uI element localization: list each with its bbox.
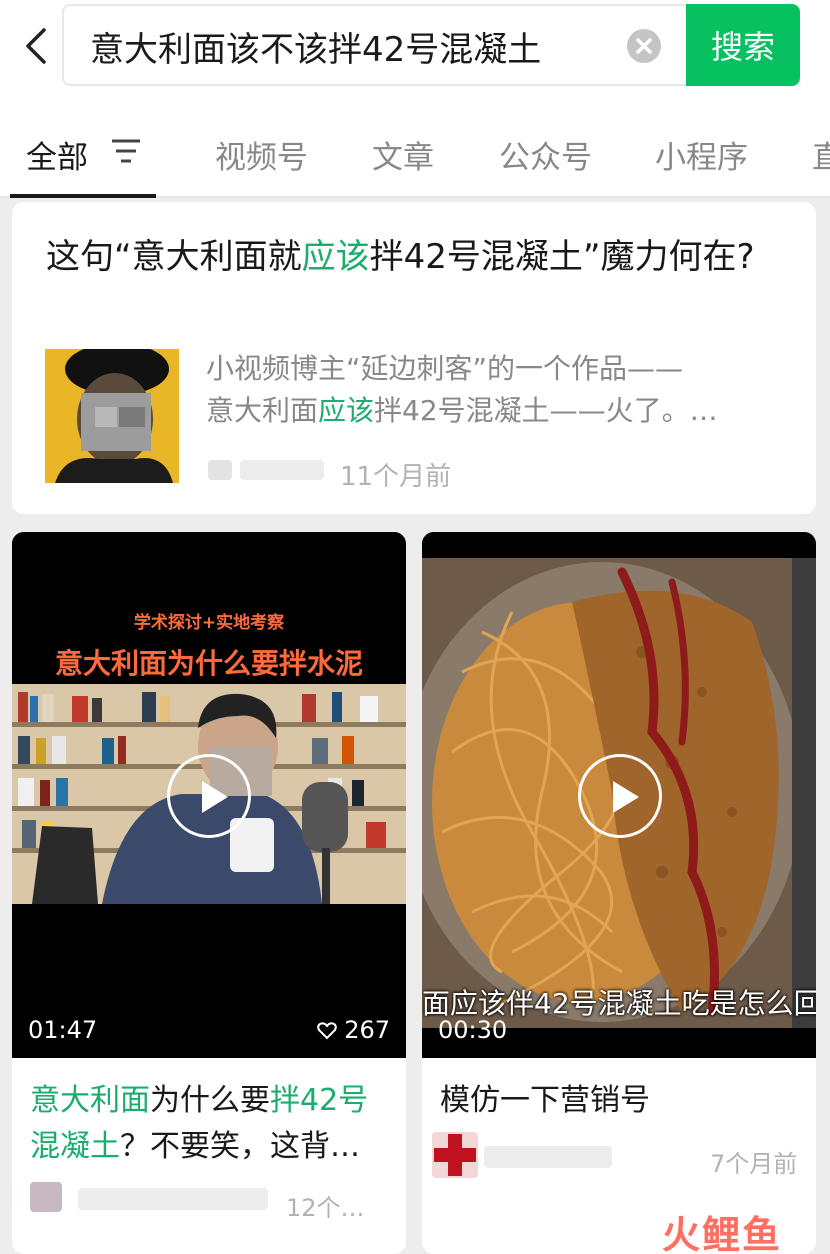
video-time-2: 7个月前 xyxy=(710,1150,798,1178)
article-summary: 小视频博主“延边刺客”的一个作品—— 意大利面应该拌42号混凝土——火了。… xyxy=(206,348,781,432)
video-title-2[interactable]: 模仿一下营销号 xyxy=(440,1078,800,1124)
article-title[interactable]: 这句“意大利面就应该拌42号混凝土”魔力何在? xyxy=(46,232,786,282)
author-avatar-2 xyxy=(432,1132,478,1178)
clear-icon[interactable] xyxy=(627,29,661,63)
video-overlay-title: 意大利面为什么要拌水泥 xyxy=(54,647,363,680)
video-thumbnail-1[interactable]: 学术探讨+实地考察 意大利面为什么要拌水泥 01:47 267 xyxy=(12,532,406,1058)
play-icon xyxy=(202,781,228,813)
article-thumbnail xyxy=(45,349,179,483)
filter-icon[interactable] xyxy=(110,138,142,164)
article-title-text-end: 拌42号混凝土”魔力何在? xyxy=(369,237,755,277)
title-highlight-3: 混凝土 xyxy=(30,1129,120,1164)
tab-channels[interactable]: 视频号 xyxy=(215,132,308,177)
active-tab-indicator xyxy=(10,194,156,198)
author-name-1 xyxy=(78,1188,268,1210)
title-highlight-2: 拌42号 xyxy=(270,1083,369,1118)
article-title-highlight: 应该 xyxy=(301,237,370,277)
article-title-text: 这句“意大利面就 xyxy=(46,237,302,277)
watermark-logo: 火鲤鱼 xyxy=(662,1213,783,1254)
video-card-1[interactable]: 学术探讨+实地考察 意大利面为什么要拌水泥 01:47 267 意大利面为什么要… xyxy=(12,532,406,1254)
video-time-1: 12个… xyxy=(286,1194,365,1222)
title-text-end: ？不要笑，这背… xyxy=(120,1129,360,1164)
search-button[interactable]: 搜索 xyxy=(686,4,800,86)
tab-mini-programs[interactable]: 小程序 xyxy=(655,132,748,177)
heart-icon xyxy=(316,1022,337,1040)
play-button-1[interactable] xyxy=(167,754,251,838)
portrait-image xyxy=(45,349,179,483)
author-avatar-1 xyxy=(30,1182,62,1212)
account-avatar xyxy=(208,460,232,480)
title-highlight-1: 意大利面 xyxy=(30,1083,150,1118)
video-title-1[interactable]: 意大利面为什么要拌42号混凝土？不要笑，这背… xyxy=(30,1078,390,1170)
play-icon xyxy=(613,781,639,813)
video-overlay-subtitle: 学术探讨+实地考察 xyxy=(133,613,285,633)
video-thumbnail-2[interactable]: 面应该伴42号混凝土吃是怎么回 00:30 xyxy=(422,532,816,1058)
red-cross-icon xyxy=(434,1134,476,1176)
tab-official-accounts[interactable]: 公众号 xyxy=(499,132,592,177)
tab-articles[interactable]: 文章 xyxy=(372,132,434,177)
summary-line-1: 小视频博主“延边刺客”的一个作品—— xyxy=(206,352,684,385)
summary-text-end: 拌42号混凝土——火了。… xyxy=(374,394,718,427)
close-icon xyxy=(636,38,652,54)
title-text: 为什么要 xyxy=(150,1083,270,1118)
video-card-2[interactable]: 面应该伴42号混凝土吃是怎么回 00:30 模仿一下营销号 7个月前 xyxy=(422,532,816,1254)
tab-all[interactable]: 全部 xyxy=(26,132,88,177)
video-duration-2: 00:30 xyxy=(438,1016,508,1044)
article-result-card[interactable]: 这句“意大利面就应该拌42号混凝土”魔力何在? 小视频博主“延边刺客”的一个作品… xyxy=(12,202,816,514)
summary-line-2: 意大利面应该拌42号混凝土——火了。… xyxy=(206,390,781,432)
summary-text: 意大利面 xyxy=(206,394,319,427)
search-query-text[interactable]: 意大利面该不该拌42号混凝土 xyxy=(90,22,541,71)
author-name-2 xyxy=(484,1146,612,1168)
likes-count: 267 xyxy=(344,1016,390,1044)
summary-highlight: 应该 xyxy=(318,394,375,427)
tab-more[interactable]: 直 xyxy=(812,132,830,177)
article-time: 11个月前 xyxy=(340,462,452,492)
video-duration-1: 01:47 xyxy=(28,1016,98,1044)
play-button-2[interactable] xyxy=(578,754,662,838)
video-likes-1: 267 xyxy=(316,1016,390,1044)
account-name xyxy=(240,460,324,480)
back-arrow-icon[interactable] xyxy=(20,26,54,66)
